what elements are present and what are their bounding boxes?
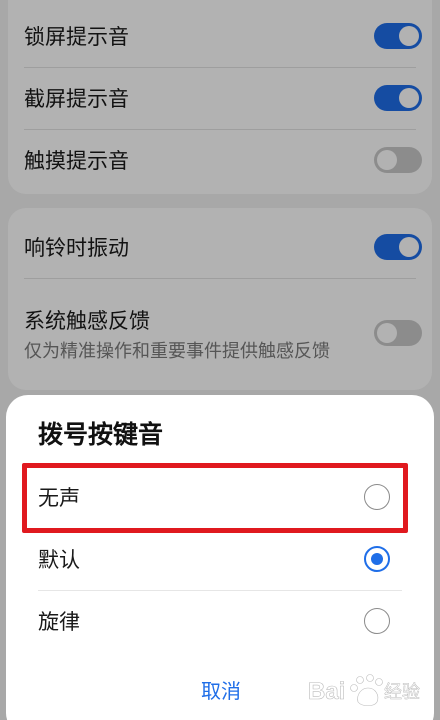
- option-melody[interactable]: 旋律: [6, 590, 434, 652]
- cancel-button[interactable]: 取消: [156, 667, 286, 711]
- radio-default[interactable]: [364, 546, 390, 572]
- radio-melody[interactable]: [364, 608, 390, 634]
- svg-text:Bai: Bai: [308, 678, 345, 705]
- option-default[interactable]: 默认: [6, 528, 434, 590]
- dialog-title: 拨号按键音: [38, 420, 164, 449]
- option-label: 旋律: [38, 610, 80, 634]
- svg-text:经验: 经验: [384, 682, 420, 702]
- highlight-annotation: [22, 463, 408, 533]
- option-label: 默认: [38, 548, 80, 572]
- baidu-watermark-logo: Bai 经验: [308, 674, 420, 707]
- screen: 锁屏提示音 截屏提示音 触摸提示音 响铃时振动 系统触感反馈 仅为精准操作和重要…: [0, 0, 440, 720]
